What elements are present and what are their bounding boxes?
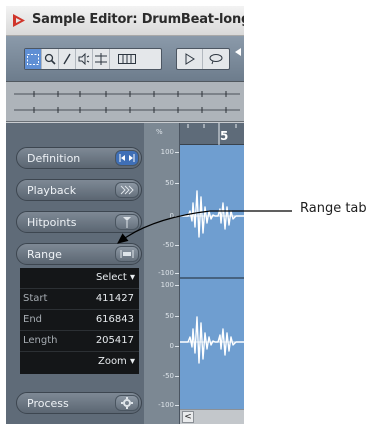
callout-label: Range tab — [300, 201, 367, 216]
